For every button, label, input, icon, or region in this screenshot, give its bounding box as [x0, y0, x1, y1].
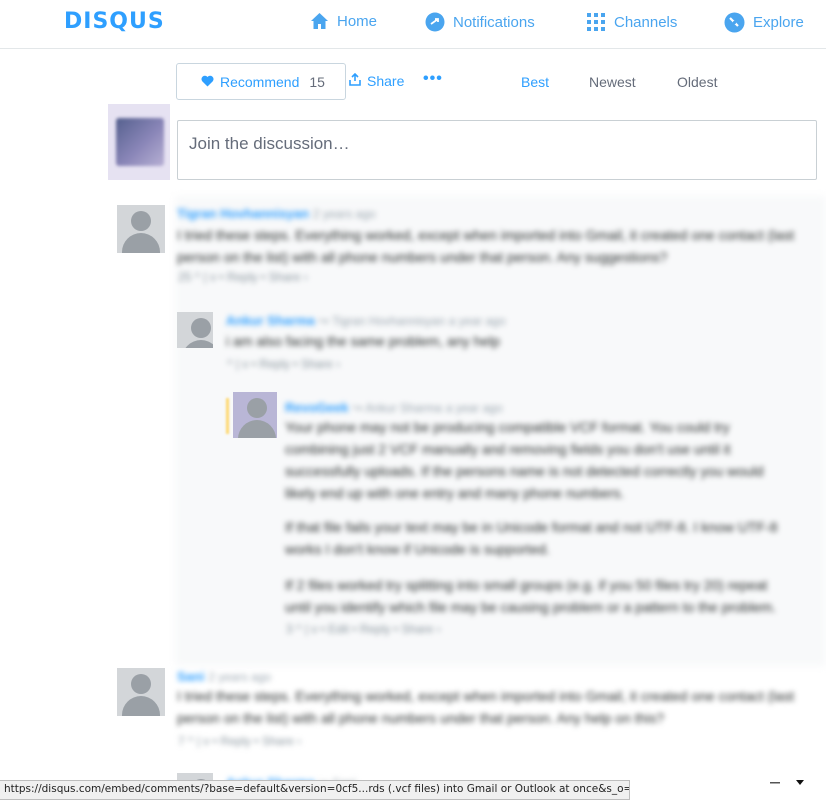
dropdown-arrow-icon [796, 780, 804, 785]
comment-time[interactable]: a year ago [446, 401, 503, 415]
sort-best-tab[interactable]: Best [521, 74, 549, 90]
compass-icon [724, 12, 745, 33]
comment-actions[interactable]: 7 ^ | v • Reply • Share › [178, 734, 301, 748]
nav-explore[interactable]: Explore [724, 12, 804, 33]
share-button[interactable]: Share [349, 72, 405, 89]
comment-body-paragraph: If that file fails your text may be in U… [285, 519, 778, 557]
nav-explore-label: Explore [753, 14, 804, 31]
comment-author[interactable]: Sani [177, 669, 204, 684]
channels-grid-icon [586, 12, 606, 32]
commenter-avatar[interactable] [117, 205, 165, 253]
share-icon [349, 72, 361, 89]
comment-actions[interactable]: ^ | v • Reply • Share › [227, 357, 340, 371]
comment-header: Tigran Hovhannisyan 2 years ago [177, 202, 797, 225]
browser-status-bar: https://disqus.com/embed/comments/?base=… [0, 780, 630, 800]
comment-author[interactable]: Ankur Sharma [226, 313, 315, 328]
share-label: Share [367, 73, 405, 89]
notifications-icon [425, 12, 445, 32]
commenter-avatar[interactable] [233, 392, 277, 438]
comment-reply-to[interactable]: ↪ Ankur Sharma [352, 401, 441, 415]
comment-time[interactable]: a year ago [449, 314, 506, 328]
thread-highlight-bar [226, 398, 229, 434]
comment-actions[interactable]: 3 ^ | v • Edit • Reply • Share › [286, 622, 441, 636]
comment-body: I tried these steps. Everything worked, … [177, 688, 795, 726]
comment-body: I tried these steps. Everything worked, … [177, 227, 795, 265]
comment-header: Ankur Sharma ↪ Tigran Hovhannisyan a yea… [226, 309, 786, 332]
comment-body: i am also facing the same problem, any h… [226, 333, 500, 349]
comment-composer-input[interactable]: Join the discussion… [177, 120, 817, 180]
minimize-icon [770, 782, 780, 784]
recommend-count: 15 [309, 73, 325, 90]
nav-channels[interactable]: Channels [586, 12, 677, 32]
heart-icon [201, 74, 214, 90]
disqus-logo[interactable]: DISQUS [64, 9, 165, 34]
comment-reply-to[interactable]: ↪ Tigran Hovhannisyan [319, 314, 445, 328]
comment-time[interactable]: 2 years ago [313, 207, 376, 221]
bottom-controls [760, 772, 826, 800]
nav-notifications-label: Notifications [453, 13, 535, 31]
comment-time[interactable]: 2 years ago [208, 670, 271, 684]
nav-channels-label: Channels [614, 13, 678, 31]
comment-body-paragraph: Your phone may not be producing compatib… [285, 419, 764, 501]
sort-oldest-tab[interactable]: Oldest [677, 74, 717, 90]
more-options-button[interactable]: ••• [423, 70, 443, 88]
comment-author[interactable]: RevoGeek [285, 400, 349, 415]
comment-body-paragraph: If 2 files worked try splitting into sma… [285, 577, 777, 615]
comment-author[interactable]: Tigran Hovhannisyan [177, 206, 309, 221]
comment-actions[interactable]: 25 ^ | v • Reply • Share › [178, 270, 308, 284]
home-icon [310, 12, 329, 30]
nav-home[interactable]: Home [310, 12, 377, 30]
current-user-avatar[interactable] [108, 104, 170, 180]
commenter-avatar[interactable] [117, 668, 165, 716]
nav-notifications[interactable]: Notifications [425, 12, 535, 32]
recommend-button[interactable]: Recommend 15 [176, 63, 346, 100]
nav-home-label: Home [337, 12, 378, 30]
recommend-label: Recommend [220, 73, 300, 90]
commenter-avatar[interactable] [177, 312, 213, 348]
top-navigation-bar: DISQUS Home Notifications Channels Explo… [0, 0, 826, 49]
sort-newest-tab[interactable]: Newest [589, 74, 636, 90]
